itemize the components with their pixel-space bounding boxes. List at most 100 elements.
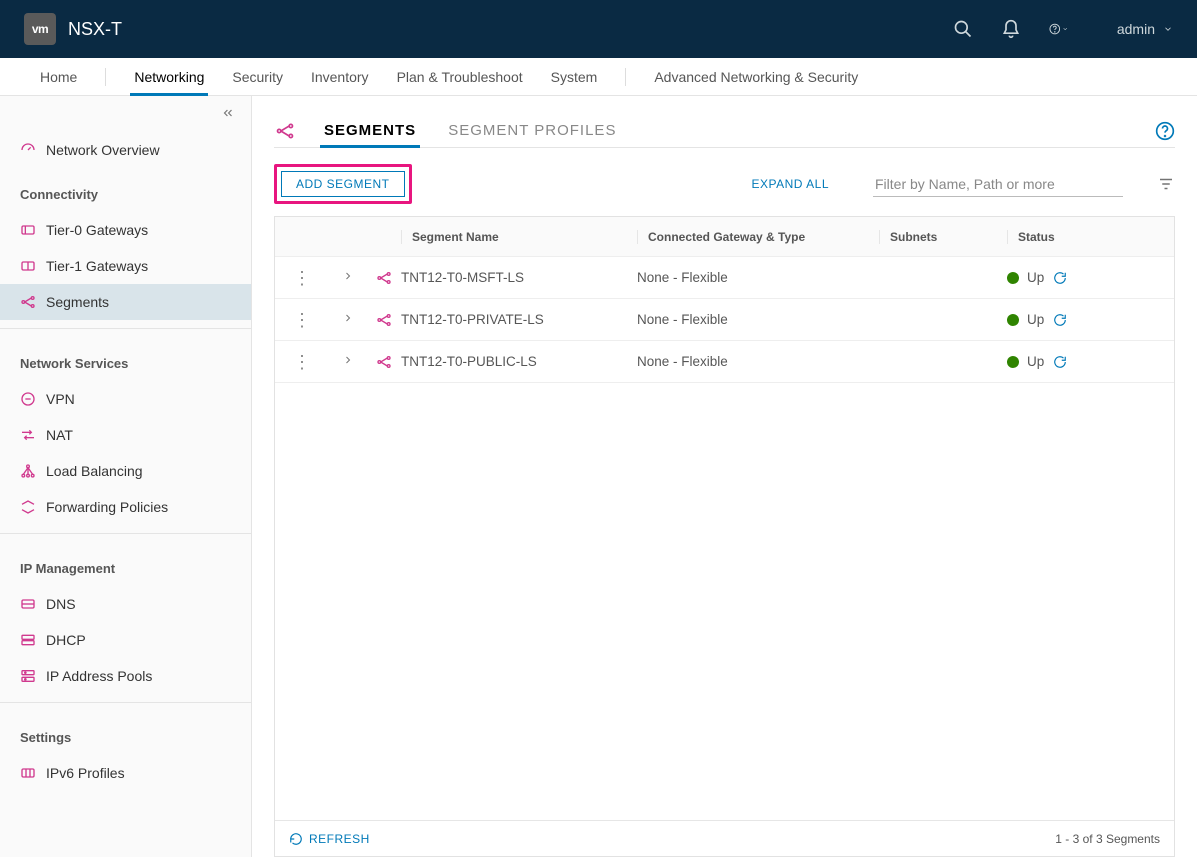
filter-field[interactable]	[873, 172, 1123, 197]
chevron-down-icon	[1163, 24, 1173, 34]
status-text: Up	[1027, 354, 1044, 369]
sidebar-item-nat[interactable]: NAT	[0, 417, 251, 453]
cell-status: Up	[1007, 270, 1174, 286]
table-body: ⋮TNT12-T0-MSFT-LSNone - FlexibleUp⋮TNT12…	[275, 257, 1174, 820]
cell-segment-name: TNT12-T0-MSFT-LS	[401, 270, 637, 285]
search-icon[interactable]	[953, 19, 973, 39]
sidebar-label: DNS	[46, 596, 76, 612]
segment-row-icon	[367, 270, 401, 286]
segments-icon	[20, 294, 36, 310]
table-row[interactable]: ⋮ TNT12-T0-PRIVATE-LSNone - Flexible Up	[275, 299, 1174, 341]
sidebar-label: Forwarding Policies	[46, 499, 168, 515]
nav-separator	[625, 68, 626, 86]
col-header-gateway[interactable]: Connected Gateway & Type	[637, 230, 879, 244]
cell-segment-name: TNT12-T0-PRIVATE-LS	[401, 312, 637, 327]
nav-inventory[interactable]: Inventory	[297, 58, 383, 95]
notifications-icon[interactable]	[1001, 19, 1021, 39]
table-row[interactable]: ⋮ TNT12-T0-MSFT-LSNone - Flexible Up	[275, 257, 1174, 299]
sidebar-item-network-overview[interactable]: Network Overview	[0, 132, 251, 168]
expand-row-icon[interactable]	[342, 312, 354, 327]
filter-input[interactable]	[875, 176, 1121, 192]
sidebar-item-segments[interactable]: Segments	[0, 284, 251, 320]
nav-system[interactable]: System	[537, 58, 612, 95]
help-icon[interactable]	[1049, 19, 1069, 39]
nav-home[interactable]: Home	[26, 58, 91, 95]
tab-segments[interactable]: SEGMENTS	[320, 114, 420, 147]
nav-plan-troubleshoot[interactable]: Plan & Troubleshoot	[383, 58, 537, 95]
dashboard-icon	[20, 142, 36, 158]
expand-row-icon[interactable]	[342, 354, 354, 369]
vpn-icon	[20, 391, 36, 407]
cell-gateway: None - Flexible	[637, 270, 879, 285]
status-dot-icon	[1007, 314, 1019, 326]
user-menu[interactable]: admin	[1097, 21, 1173, 37]
cell-gateway: None - Flexible	[637, 312, 879, 327]
sidebar-label: NAT	[46, 427, 73, 443]
sidebar-separator	[0, 702, 251, 703]
sidebar-item-dhcp[interactable]: DHCP	[0, 622, 251, 658]
refresh-status-icon[interactable]	[1052, 312, 1068, 328]
dhcp-icon	[20, 632, 36, 648]
cell-segment-name: TNT12-T0-PUBLIC-LS	[401, 354, 637, 369]
table-header-row: Segment Name Connected Gateway & Type Su…	[275, 217, 1174, 257]
nav-security[interactable]: Security	[218, 58, 297, 95]
table-row[interactable]: ⋮ TNT12-T0-PUBLIC-LSNone - Flexible Up	[275, 341, 1174, 383]
sidebar-heading-services: Network Services	[0, 345, 251, 381]
page-tabs: SEGMENTS SEGMENT PROFILES	[274, 114, 1175, 148]
app-header: vm NSX-T admin	[0, 0, 1197, 58]
sidebar-separator	[0, 328, 251, 329]
sidebar-label: Tier-1 Gateways	[46, 258, 148, 274]
col-header-subnets[interactable]: Subnets	[879, 230, 1007, 244]
tier1-icon	[20, 258, 36, 274]
refresh-status-icon[interactable]	[1052, 354, 1068, 370]
forwarding-icon	[20, 499, 36, 515]
row-actions-menu[interactable]: ⋮	[293, 353, 311, 371]
sidebar-item-ipv6[interactable]: IPv6 Profiles	[0, 755, 251, 791]
expand-row-icon[interactable]	[342, 270, 354, 285]
table-footer: REFRESH 1 - 3 of 3 Segments	[275, 820, 1174, 856]
sidebar-label: Segments	[46, 294, 109, 310]
sidebar-label: DHCP	[46, 632, 86, 648]
help-icon[interactable]	[1155, 121, 1175, 141]
sidebar-label: IPv6 Profiles	[46, 765, 125, 781]
sidebar-item-forwarding[interactable]: Forwarding Policies	[0, 489, 251, 525]
sidebar-heading-connectivity: Connectivity	[0, 176, 251, 212]
refresh-status-icon[interactable]	[1052, 270, 1068, 286]
tab-segment-profiles[interactable]: SEGMENT PROFILES	[444, 114, 620, 147]
row-actions-menu[interactable]: ⋮	[293, 311, 311, 329]
nav-networking[interactable]: Networking	[120, 58, 218, 95]
cell-gateway: None - Flexible	[637, 354, 879, 369]
user-name: admin	[1117, 21, 1155, 37]
sidebar-item-ippools[interactable]: IP Address Pools	[0, 658, 251, 694]
filter-icon[interactable]	[1157, 175, 1175, 193]
nav-separator	[105, 68, 106, 86]
status-dot-icon	[1007, 272, 1019, 284]
segments-table: Segment Name Connected Gateway & Type Su…	[274, 216, 1175, 857]
sidebar-item-vpn[interactable]: VPN	[0, 381, 251, 417]
status-text: Up	[1027, 270, 1044, 285]
row-count: 1 - 3 of 3 Segments	[1055, 832, 1160, 846]
row-actions-menu[interactable]: ⋮	[293, 269, 311, 287]
col-header-name[interactable]: Segment Name	[401, 230, 637, 244]
sidebar-separator	[0, 533, 251, 534]
cell-status: Up	[1007, 354, 1174, 370]
refresh-button[interactable]: REFRESH	[289, 832, 370, 846]
refresh-label: REFRESH	[309, 832, 370, 846]
sidebar: Network Overview Connectivity Tier-0 Gat…	[0, 96, 252, 857]
sidebar-item-tier0[interactable]: Tier-0 Gateways	[0, 212, 251, 248]
collapse-sidebar-icon[interactable]	[221, 106, 235, 123]
sidebar-item-dns[interactable]: DNS	[0, 586, 251, 622]
col-header-status[interactable]: Status	[1007, 230, 1174, 244]
cell-status: Up	[1007, 312, 1174, 328]
sidebar-label: Load Balancing	[46, 463, 143, 479]
tier0-icon	[20, 222, 36, 238]
expand-all-link[interactable]: EXPAND ALL	[752, 177, 829, 191]
main-content: SEGMENTS SEGMENT PROFILES ADD SEGMENT EX…	[252, 96, 1197, 857]
sidebar-item-loadbalancing[interactable]: Load Balancing	[0, 453, 251, 489]
nav-advanced[interactable]: Advanced Networking & Security	[640, 58, 872, 95]
add-segment-button[interactable]: ADD SEGMENT	[281, 171, 405, 197]
top-nav: Home Networking Security Inventory Plan …	[0, 58, 1197, 96]
segments-icon	[274, 120, 296, 142]
sidebar-item-tier1[interactable]: Tier-1 Gateways	[0, 248, 251, 284]
highlight-add-segment: ADD SEGMENT	[274, 164, 412, 204]
